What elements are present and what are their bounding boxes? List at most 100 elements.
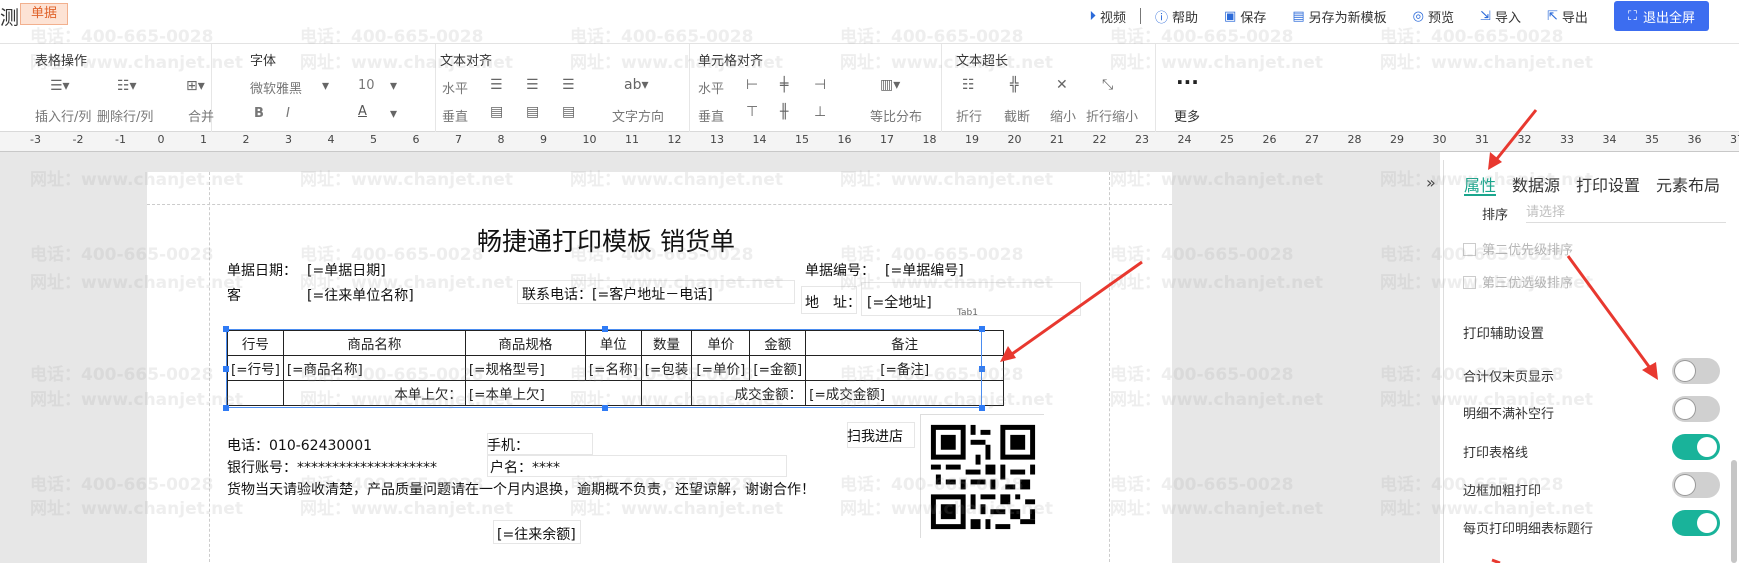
account-name-field[interactable]: 户名：****	[490, 457, 560, 477]
insert-row-icon[interactable]: ☰▾	[50, 78, 70, 94]
resize-handle[interactable]	[223, 366, 229, 372]
table-cell[interactable]: [=行号]	[227, 355, 284, 381]
deal-amount-field[interactable]: [=成交金额]	[805, 380, 1005, 406]
align-top-icon[interactable]: ▤	[490, 104, 503, 120]
number-field[interactable]: [=单据编号]	[885, 260, 964, 280]
tab-element-layout[interactable]: 元素布局	[1656, 160, 1720, 196]
delete-row-icon[interactable]: ☷▾	[117, 78, 137, 94]
bold-button[interactable]: B	[254, 106, 264, 121]
cell-align-right-icon[interactable]: ⊣	[814, 77, 826, 93]
wrap-icon[interactable]: ☷	[962, 77, 975, 93]
table-cell[interactable]	[640, 380, 693, 406]
table-cell[interactable]: [=规格型号]	[464, 355, 586, 381]
font-color-button[interactable]: A	[358, 104, 367, 119]
merge-cells-icon[interactable]: ⊞▾	[186, 78, 205, 94]
cell-align-bottom-icon[interactable]: ⊥	[814, 104, 826, 120]
document-title[interactable]: 畅捷通打印模板 销货单	[477, 222, 735, 258]
repeat-header-toggle[interactable]	[1672, 510, 1720, 536]
cut-icon[interactable]: ╬	[1010, 77, 1018, 93]
date-field[interactable]: [=单据日期]	[307, 260, 386, 280]
table-header-cell[interactable]: 商品名称	[282, 330, 466, 356]
cell-align-top-icon[interactable]: ⊤	[746, 104, 758, 120]
scan-label[interactable]: 扫我进店	[847, 426, 903, 446]
customer-field[interactable]: [=往来单位名称]	[307, 285, 414, 305]
tab-datasource[interactable]: 数据源	[1512, 160, 1560, 196]
export-button[interactable]: ⇱ 导出	[1547, 7, 1588, 26]
table-header-cell[interactable]: 行号	[227, 330, 284, 356]
bank-account-field[interactable]: 银行账号：********************	[227, 457, 437, 477]
align-middle-icon[interactable]: ▤	[526, 104, 539, 120]
bold-border-toggle[interactable]	[1672, 472, 1720, 498]
table-cell[interactable]: [=金额]	[749, 355, 807, 381]
sort-select[interactable]: 请选择	[1526, 201, 1726, 223]
distribute-icon[interactable]: ▥▾	[880, 77, 900, 93]
table-cell[interactable]: [=商品名称]	[282, 355, 466, 381]
table-cell[interactable]: [=备注]	[805, 355, 1005, 381]
exit-fullscreen-button[interactable]: ⛶ 退出全屏	[1613, 1, 1709, 31]
second-sort-checkbox[interactable]: 第二优先级排序	[1463, 239, 1573, 258]
shrink-icon[interactable]: ✕	[1056, 77, 1068, 93]
align-center-icon[interactable]: ☰	[526, 77, 539, 93]
delete-row-col-button[interactable]: 删除行/列	[97, 106, 153, 125]
doc-type-badge[interactable]: 单据	[20, 3, 69, 25]
text-direction-icon[interactable]: ab▾	[624, 77, 649, 93]
customer-label[interactable]: 客	[227, 285, 241, 305]
font-size-select[interactable]: 10	[358, 78, 375, 93]
resize-handle[interactable]	[223, 326, 229, 332]
fill-empty-rows-toggle[interactable]	[1672, 396, 1720, 422]
tab-properties[interactable]: 属性	[1464, 160, 1497, 196]
merge-button[interactable]: 合并	[188, 106, 214, 125]
print-grid-lines-toggle[interactable]	[1672, 434, 1720, 460]
phone-field[interactable]: 电话：010-62430001	[227, 435, 372, 455]
more-dots-icon[interactable]: ···	[1176, 70, 1199, 94]
balance-field[interactable]: [=往来余额]	[497, 524, 576, 544]
more-button[interactable]: 更多	[1174, 106, 1200, 125]
wrap-shrink-button[interactable]: 折行缩小	[1086, 106, 1138, 125]
insert-row-col-button[interactable]: 插入行/列	[35, 106, 91, 125]
wrap-shrink-icon[interactable]: ⤡	[1102, 77, 1113, 93]
import-button[interactable]: ⇲ 导入	[1480, 7, 1521, 26]
align-right-icon[interactable]: ☰	[562, 77, 575, 93]
panel-scrollbar[interactable]	[1731, 460, 1737, 563]
shrink-button[interactable]: 缩小	[1050, 106, 1076, 125]
tab-print-settings[interactable]: 打印设置	[1576, 160, 1640, 196]
detail-table[interactable]: 行号 商品名称 商品规格 单位 数量 单价 金额 备注 [=行号] [=商品名称…	[227, 330, 1005, 406]
table-cell[interactable]	[227, 380, 284, 406]
deal-amount-label[interactable]: 成交金额：	[691, 380, 807, 406]
prev-owe-label[interactable]: 本单上欠：	[282, 380, 466, 406]
align-bottom-icon[interactable]: ▤	[562, 104, 575, 120]
prev-owe-field[interactable]: [=本单上欠]	[464, 380, 642, 406]
cell-align-middle-icon[interactable]: ╫	[780, 104, 788, 120]
video-button[interactable]: ⏵ 视频	[1090, 7, 1127, 26]
address-label[interactable]: 地 址：	[805, 292, 861, 312]
resize-handle[interactable]	[979, 326, 985, 332]
resize-handle[interactable]	[602, 405, 608, 411]
italic-button[interactable]: I	[286, 106, 290, 121]
help-button[interactable]: ⓘ 帮助	[1155, 7, 1198, 26]
date-label[interactable]: 单据日期：	[227, 260, 297, 280]
table-header-cell[interactable]: 商品规格	[464, 330, 586, 356]
table-header-cell[interactable]: 备注	[805, 330, 1005, 356]
cell-align-left-icon[interactable]: ⊢	[746, 77, 758, 93]
table-cell[interactable]: [=包装	[640, 355, 693, 381]
resize-handle[interactable]	[223, 405, 229, 411]
number-label[interactable]: 单据编号：	[805, 260, 875, 280]
collapse-panel-icon[interactable]: »	[1426, 173, 1436, 192]
preview-button[interactable]: ◎ 预览	[1413, 7, 1454, 26]
table-header-cell[interactable]: 数量	[640, 330, 693, 356]
table-cell[interactable]: [=名称]	[584, 355, 642, 381]
cell-align-center-icon[interactable]: ╪	[780, 77, 788, 93]
total-last-page-toggle[interactable]	[1672, 358, 1720, 384]
address-field[interactable]: [=全地址]	[867, 292, 932, 312]
third-sort-checkbox[interactable]: 第三优选级排序	[1463, 272, 1573, 291]
text-direction-button[interactable]: 文字方向	[612, 106, 664, 125]
table-header-cell[interactable]: 单位	[584, 330, 642, 356]
save-button[interactable]: ▣ 保存	[1224, 7, 1266, 26]
resize-handle[interactable]	[979, 366, 985, 372]
align-left-icon[interactable]: ☰	[490, 77, 503, 93]
resize-handle[interactable]	[979, 405, 985, 411]
resize-handle[interactable]	[602, 326, 608, 332]
table-header-cell[interactable]: 金额	[749, 330, 807, 356]
save-as-template-button[interactable]: ▤ 另存为新模板	[1292, 7, 1386, 26]
distribute-button[interactable]: 等比分布	[870, 106, 922, 125]
